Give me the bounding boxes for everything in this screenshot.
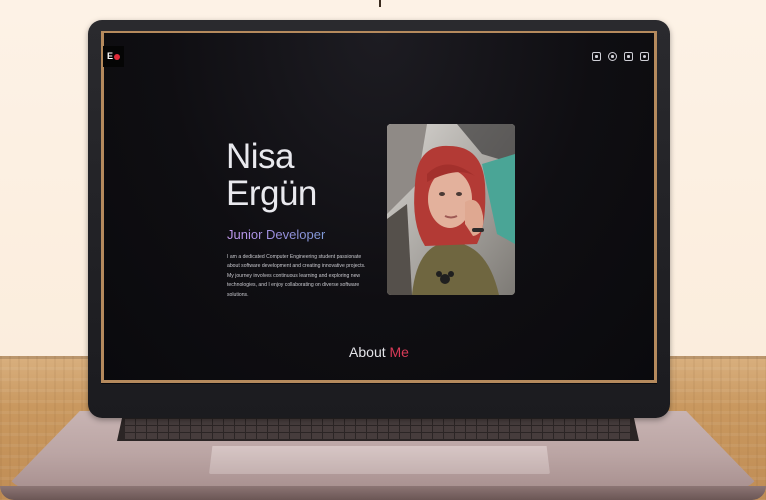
linkedin-icon[interactable] xyxy=(592,52,601,61)
keyboard-row xyxy=(125,426,631,432)
keyboard-row xyxy=(125,419,631,425)
site-logo[interactable]: E xyxy=(103,46,124,67)
trackpad xyxy=(209,446,550,474)
laptop-base-edge xyxy=(0,486,766,500)
profile-photo xyxy=(387,124,515,295)
profile-photo-illustration xyxy=(387,124,515,295)
about-title: About xyxy=(349,344,386,360)
logo-letter: E xyxy=(106,51,113,61)
wall-hook xyxy=(379,0,381,7)
hero-last-name: Ergün xyxy=(226,174,317,213)
instagram-icon[interactable] xyxy=(640,52,649,61)
hero-role: Junior Developer xyxy=(227,227,326,242)
keyboard xyxy=(117,417,639,441)
laptop-mockup-scene: E Nisa Ergün Junior Developer I am a ded… xyxy=(0,0,766,500)
hero-description: I am a dedicated Computer Engineering st… xyxy=(227,254,366,298)
about-section-heading: About Me xyxy=(101,344,657,360)
screen-frame-border xyxy=(101,31,657,383)
hero-first-name: Nisa xyxy=(226,137,295,176)
keyboard-row xyxy=(125,433,631,439)
about-title-accent: Me xyxy=(389,344,409,360)
logo-dot-icon xyxy=(114,53,120,60)
social-links xyxy=(592,52,649,61)
medium-icon[interactable] xyxy=(624,52,633,61)
hero-name: Nisa Ergün xyxy=(226,138,317,212)
website-screen: E Nisa Ergün Junior Developer I am a ded… xyxy=(101,31,657,384)
github-icon[interactable] xyxy=(608,52,617,61)
